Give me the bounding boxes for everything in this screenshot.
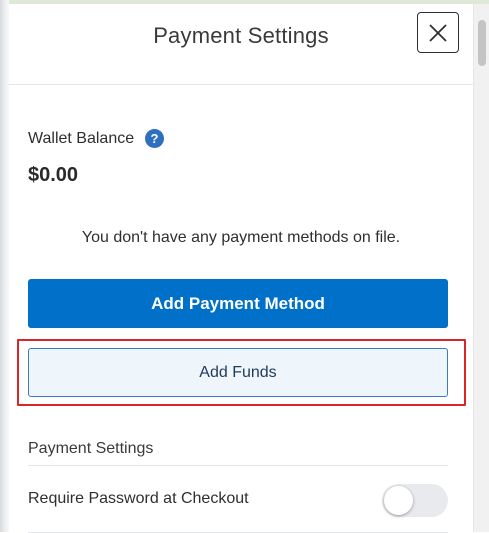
no-payment-methods-message: You don't have any payment methods on fi… [81,229,401,246]
wallet-balance-label: Wallet Balance [28,130,135,147]
require-password-label: Require Password at Checkout [28,490,249,507]
page-backdrop [0,0,9,532]
toggle-knob [384,486,413,515]
scrollbar-thumb[interactable] [478,20,486,66]
wallet-balance-value: $0.00 [28,164,79,186]
add-funds-button[interactable]: Add Funds [28,348,448,397]
page-title: Payment Settings [153,23,329,48]
add-payment-method-button[interactable]: Add Payment Method [28,279,448,328]
require-password-toggle[interactable] [382,484,448,517]
payment-settings-section-title: Payment Settings [28,440,154,457]
close-icon [429,23,447,42]
close-button[interactable] [417,12,459,53]
panel-header: Payment Settings [9,4,473,85]
section-divider [28,465,448,466]
scrollbar[interactable] [473,4,489,532]
payment-settings-panel: Payment Settings Wallet Balance ? $0.00 … [9,4,473,533]
help-icon[interactable]: ? [145,129,164,148]
